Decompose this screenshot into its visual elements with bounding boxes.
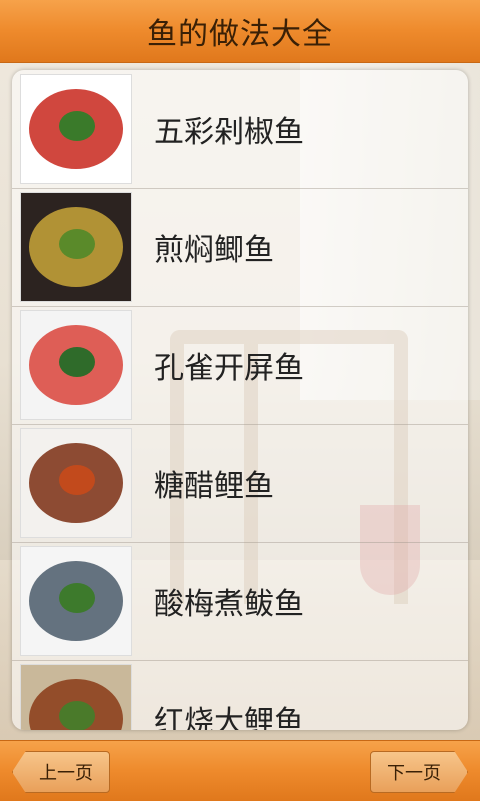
recipe-title: 孔雀开屏鱼 [154,351,304,386]
recipe-thumbnail [20,74,132,184]
dish-garnish [59,701,95,730]
recipe-thumbnail [20,546,132,656]
recipe-title: 煎焖鲫鱼 [154,233,274,268]
recipe-thumbnail [20,428,132,538]
recipe-title: 酸梅煮鲅鱼 [154,587,304,622]
recipe-title: 糖醋鲤鱼 [154,469,274,504]
recipe-thumbnail [20,192,132,302]
list-item[interactable]: 红烧大鲤鱼 [12,660,468,730]
dish-garnish [59,111,95,141]
dish-garnish [59,229,95,259]
recipe-title: 五彩剁椒鱼 [154,115,304,150]
list-item[interactable]: 五彩剁椒鱼 [12,70,468,189]
recipe-title: 红烧大鲤鱼 [154,705,304,730]
next-page-button[interactable]: 下一页 [370,751,468,793]
dish-garnish [59,347,95,377]
list-item[interactable]: 煎焖鲫鱼 [12,188,468,307]
previous-page-button[interactable]: 上一页 [12,751,110,793]
dish-garnish [59,465,95,495]
recipe-list[interactable]: 五彩剁椒鱼 煎焖鲫鱼 孔雀开屏鱼 糖醋鲤鱼 酸梅煮鲅鱼 红烧大鲤鱼 [12,70,468,730]
list-item[interactable]: 酸梅煮鲅鱼 [12,542,468,661]
page-title: 鱼的做法大全 [147,17,333,52]
pagination-bar: 上一页 下一页 [0,740,480,801]
dish-garnish [59,583,95,613]
recipe-thumbnail [20,310,132,420]
list-item[interactable]: 孔雀开屏鱼 [12,306,468,425]
list-item[interactable]: 糖醋鲤鱼 [12,424,468,543]
recipe-thumbnail [20,664,132,730]
app-header: 鱼的做法大全 [0,0,480,63]
